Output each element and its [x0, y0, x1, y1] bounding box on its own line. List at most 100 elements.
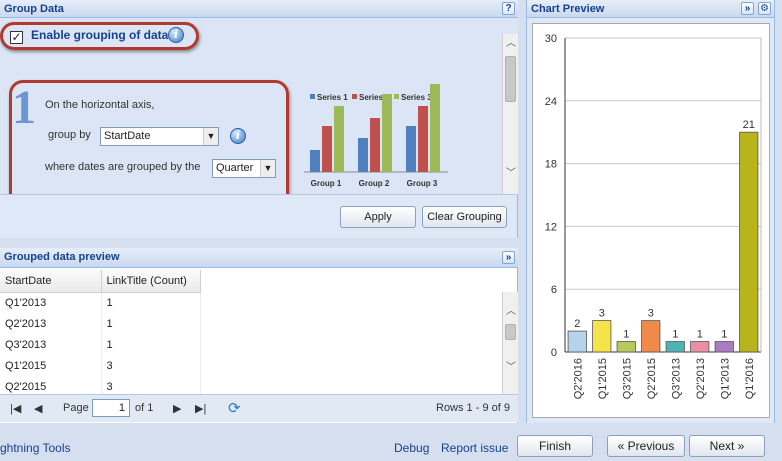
chart-area: 0 6 12 18 24 30 2 Q2'2016 3 Q1'2015 1 Q3'2015 3 Q2'20…: [532, 23, 770, 418]
data-label: 2: [574, 318, 580, 330]
page-of-label: of 1: [135, 402, 154, 414]
page-number-input[interactable]: 1: [92, 399, 130, 417]
table-row[interactable]: Q3'2013 1: [0, 334, 201, 355]
group-data-panel: Group Data ? ✓ Enable grouping of data i…: [0, 0, 518, 238]
debug-link[interactable]: Debug: [394, 441, 429, 455]
legend-label: Series 1: [317, 93, 348, 102]
first-page-icon[interactable]: |◀: [10, 402, 21, 415]
y-tick-label: 30: [545, 33, 557, 45]
illustration-bar: [418, 106, 428, 172]
help-button[interactable]: ?: [502, 2, 515, 15]
legend-swatch: [394, 94, 399, 99]
illustration-bar: [430, 84, 440, 172]
x-tick-label: Q1'2016: [744, 358, 756, 399]
cell-count: 3: [101, 355, 201, 376]
chart-preview-header: Chart Preview » ⚙: [527, 0, 774, 18]
info-icon-groupby[interactable]: i: [230, 128, 246, 144]
pager-toolbar: |◀ ◀ Page 1 of 1 ▶ ▶| ⟳ Rows 1 - 9 of 9: [0, 394, 518, 422]
page-label: Page: [63, 402, 89, 414]
footer: ghtning Tools Debug Report issue Finish …: [0, 432, 782, 461]
illustration-bar: [322, 126, 332, 172]
scroll-up-icon[interactable]: ︿: [505, 38, 517, 50]
column-header-count[interactable]: LinkTitle (Count): [101, 270, 201, 293]
apply-button[interactable]: Apply: [340, 206, 416, 228]
chart-bar: [690, 341, 710, 353]
illustration-bar: [382, 94, 392, 172]
chevron-down-icon: ▼: [203, 128, 218, 145]
chart-bar: [592, 320, 612, 353]
clear-grouping-button[interactable]: Clear Grouping: [422, 206, 507, 228]
refresh-icon[interactable]: ⟳: [228, 399, 241, 417]
x-tick-label: Q3'2015: [621, 358, 633, 399]
next-button[interactable]: Next »: [689, 435, 765, 457]
expand-icon[interactable]: »: [741, 2, 754, 15]
grouping-illustration: Series 1 Series 2 Series 3Group 1 Group 2 Gr…: [304, 84, 448, 188]
group-by-select[interactable]: StartDate ▼: [100, 127, 219, 146]
bar-chart: 0 6 12 18 24 30 2 Q2'2016 3 Q1'2015 1 Q3'2015 3 Q2'20…: [545, 33, 762, 399]
scroll-down-icon[interactable]: ﹀: [505, 168, 517, 180]
group-scrollbar[interactable]: ︿ ﹀: [502, 34, 518, 194]
group-by-label: group by: [48, 129, 91, 141]
chart-bar: [714, 341, 734, 353]
previous-page-icon[interactable]: ◀: [34, 402, 42, 415]
chart-bar: [739, 131, 759, 353]
x-tick-label: Q1'2015: [597, 358, 609, 399]
horizontal-axis-text: On the horizontal axis,: [45, 99, 155, 111]
grid-scrollbar[interactable]: ︿ ﹀: [502, 292, 518, 394]
legend-swatch: [310, 94, 315, 99]
table-row[interactable]: Q2'2013 1: [0, 313, 201, 334]
collapse-icon[interactable]: »: [502, 251, 515, 264]
scroll-thumb[interactable]: [505, 324, 516, 340]
enable-grouping-checkbox[interactable]: ✓: [10, 31, 23, 44]
scroll-up-icon[interactable]: ︿: [505, 306, 517, 318]
step-number: 1: [12, 81, 36, 134]
x-tick-label: Q3'2013: [670, 358, 682, 399]
cell-startdate: Q3'2013: [0, 334, 102, 355]
enable-grouping-label: Enable grouping of data: [31, 28, 169, 42]
illustration-bar: [358, 138, 368, 172]
info-icon-enable[interactable]: i: [168, 27, 184, 43]
y-tick-label: 0: [551, 347, 557, 359]
previous-button[interactable]: « Previous: [607, 435, 685, 457]
gear-icon[interactable]: ⚙: [758, 2, 771, 15]
chart-bar: [665, 341, 685, 353]
illustration-group-label: Group 3: [407, 179, 438, 188]
next-page-icon[interactable]: ▶: [173, 402, 181, 415]
grouped-preview-title: Grouped data preview: [4, 251, 120, 263]
group-by-value: StartDate: [104, 130, 151, 142]
data-label: 21: [743, 119, 755, 131]
finish-button[interactable]: Finish: [517, 435, 593, 457]
data-label: 3: [599, 308, 605, 320]
dates-grouped-label: where dates are grouped by the: [45, 161, 201, 173]
column-header-startdate[interactable]: StartDate: [0, 270, 102, 293]
brand-link[interactable]: ghtning Tools: [0, 441, 71, 455]
data-label: 1: [697, 329, 703, 341]
chart-bar: [641, 320, 661, 353]
group-data-header: Group Data ?: [0, 0, 518, 18]
y-tick-label: 6: [551, 284, 557, 296]
group-data-body: ✓ Enable grouping of data i 1 On the hor…: [0, 18, 518, 195]
rows-info: Rows 1 - 9 of 9: [436, 402, 510, 414]
table-row[interactable]: Q1'2015 3: [0, 355, 201, 376]
grouped-data-table: StartDate LinkTitle (Count) Q1'2013 1 Q2'…: [0, 270, 201, 397]
y-tick-label: 24: [545, 96, 557, 108]
cell-startdate: Q2'2013: [0, 313, 102, 334]
scroll-down-icon[interactable]: ﹀: [505, 362, 517, 374]
cell-count: 1: [101, 292, 201, 313]
report-issue-link[interactable]: Report issue: [441, 441, 508, 455]
illustration-group-label: Group 1: [311, 179, 342, 188]
dates-grouped-value: Quarter: [216, 162, 254, 174]
cell-startdate: Q1'2015: [0, 355, 102, 376]
illustration-group-label: Group 2: [359, 179, 390, 188]
chart-preview-title: Chart Preview: [531, 3, 605, 15]
cell-startdate: Q1'2013: [0, 292, 102, 313]
y-tick-label: 18: [545, 159, 557, 171]
last-page-icon[interactable]: ▶|: [195, 402, 206, 415]
x-tick-label: Q2'2016: [572, 358, 584, 399]
scroll-thumb[interactable]: [505, 56, 516, 102]
y-tick-label: 12: [545, 221, 557, 233]
legend-label: Series 3: [401, 93, 432, 102]
dates-grouped-select[interactable]: Quarter ▼: [212, 159, 276, 178]
data-label: 1: [672, 329, 678, 341]
table-row[interactable]: Q1'2013 1: [0, 292, 201, 313]
